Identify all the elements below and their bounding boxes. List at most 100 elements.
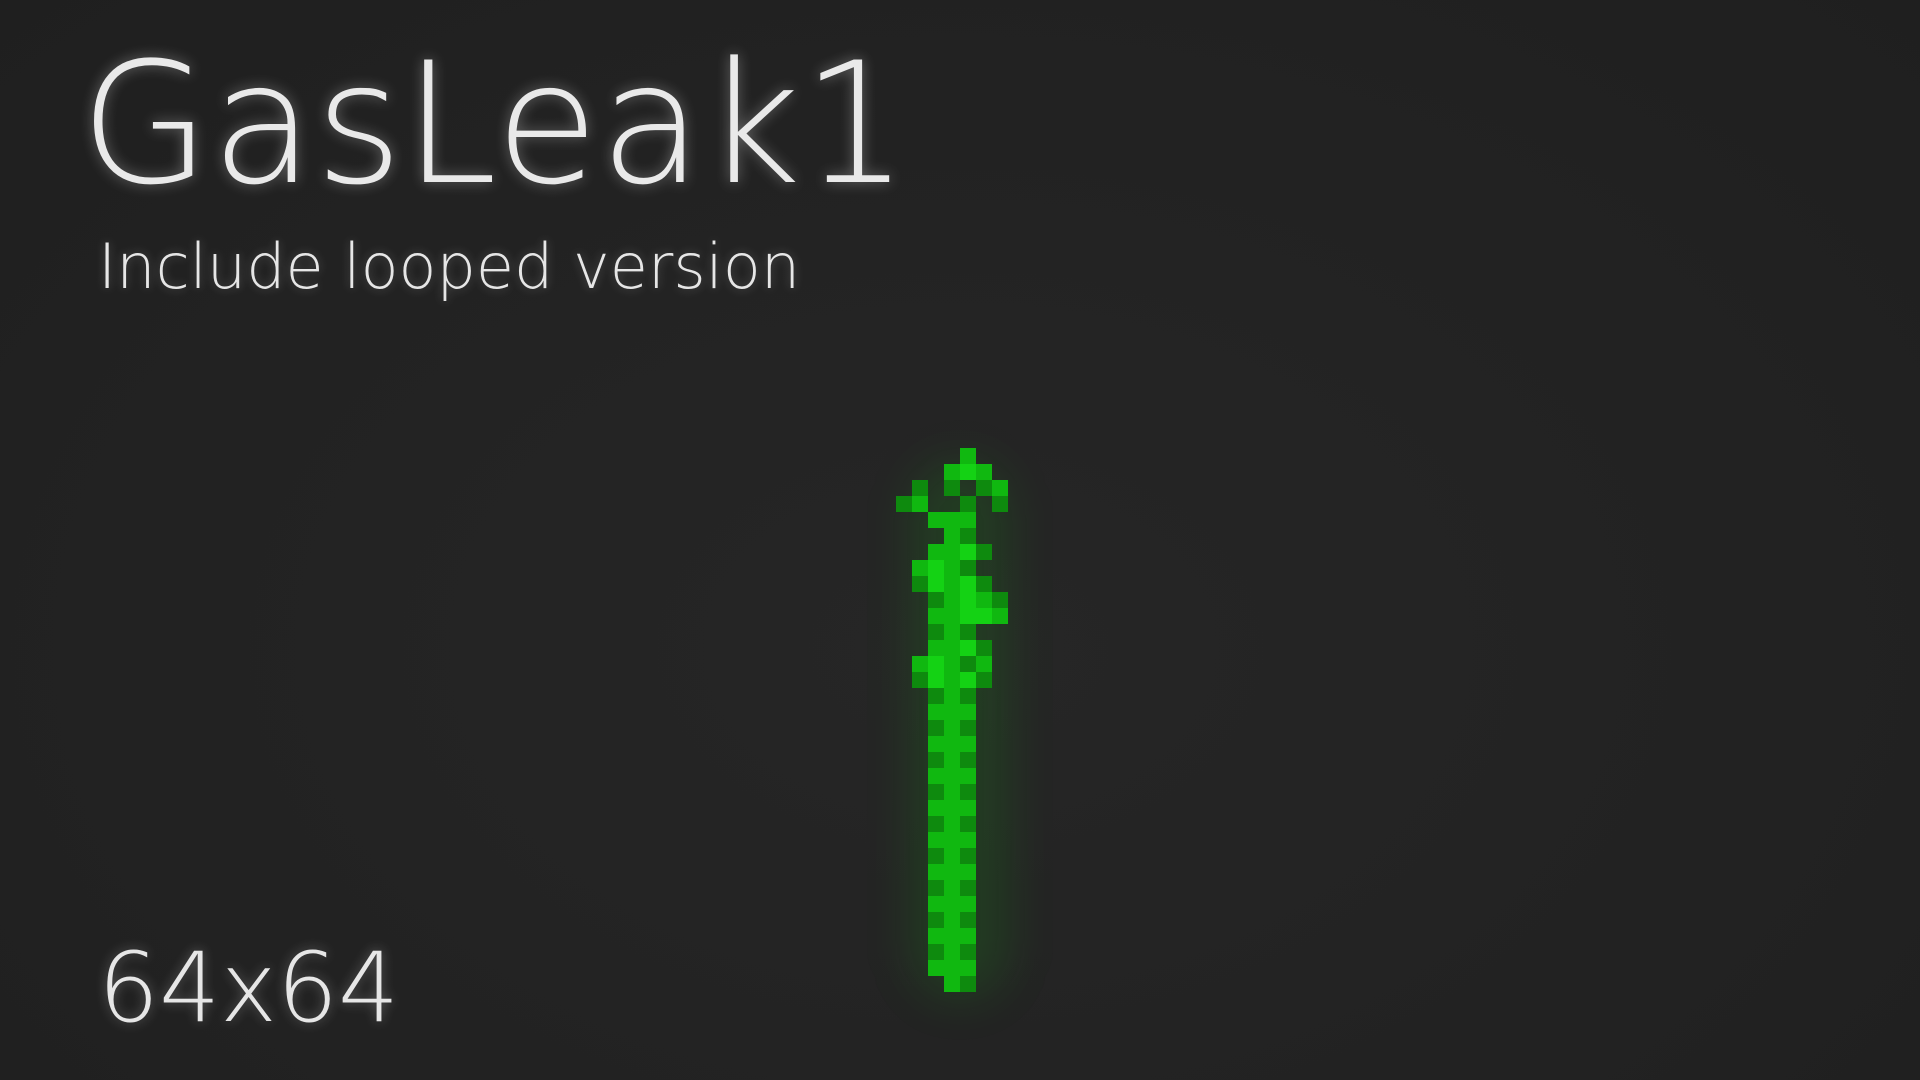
gas-pixel bbox=[944, 752, 960, 768]
gas-pixel bbox=[944, 464, 960, 480]
gas-pixel bbox=[960, 960, 976, 976]
gas-pixel bbox=[992, 608, 1008, 624]
gas-pixel bbox=[944, 944, 960, 960]
gas-pixel bbox=[944, 816, 960, 832]
gas-pixel bbox=[928, 560, 944, 576]
gas-pixel bbox=[976, 656, 992, 672]
gas-pixel bbox=[976, 608, 992, 624]
gas-pixel bbox=[928, 576, 944, 592]
gas-pixel bbox=[944, 656, 960, 672]
gas-pixel bbox=[944, 704, 960, 720]
gas-pixel bbox=[960, 832, 976, 848]
gas-pixel bbox=[944, 544, 960, 560]
page-title: GasLeak1 bbox=[80, 26, 910, 222]
gas-pixel bbox=[928, 736, 944, 752]
gas-pixel bbox=[928, 752, 944, 768]
gas-pixel bbox=[928, 640, 944, 656]
gas-pixel bbox=[960, 464, 976, 480]
gas-pixel bbox=[960, 608, 976, 624]
gas-pixel bbox=[944, 624, 960, 640]
gas-pixel bbox=[944, 512, 960, 528]
gas-pixel bbox=[928, 688, 944, 704]
gas-pixel bbox=[944, 928, 960, 944]
gas-pixel bbox=[960, 592, 976, 608]
gas-pixel bbox=[960, 560, 976, 576]
gas-leak-sprite bbox=[880, 440, 1040, 1020]
gas-pixel bbox=[944, 768, 960, 784]
gas-pixel bbox=[944, 608, 960, 624]
gas-pixel bbox=[896, 496, 912, 512]
gas-pixel bbox=[960, 800, 976, 816]
gas-pixel bbox=[928, 880, 944, 896]
gas-pixel bbox=[960, 784, 976, 800]
gas-pixel bbox=[992, 592, 1008, 608]
gas-pixel bbox=[944, 832, 960, 848]
gas-pixel bbox=[944, 672, 960, 688]
gas-pixel bbox=[960, 736, 976, 752]
gas-pixel bbox=[960, 912, 976, 928]
gas-pixel bbox=[928, 912, 944, 928]
gas-pixel bbox=[944, 896, 960, 912]
gas-pixel bbox=[944, 848, 960, 864]
gas-pixel bbox=[960, 496, 976, 512]
gas-pixel bbox=[960, 976, 976, 992]
gas-pixel bbox=[928, 928, 944, 944]
sprite-size-label: 64x64 bbox=[98, 932, 400, 1044]
gas-pixel bbox=[960, 880, 976, 896]
gas-pixel bbox=[928, 656, 944, 672]
gas-pixel bbox=[944, 912, 960, 928]
page-subtitle: Include looped version bbox=[98, 230, 801, 303]
gas-pixel bbox=[960, 816, 976, 832]
gas-pixel bbox=[992, 496, 1008, 512]
gas-pixel bbox=[928, 512, 944, 528]
gas-pixel bbox=[944, 800, 960, 816]
gas-pixel bbox=[928, 896, 944, 912]
gas-pixel bbox=[960, 928, 976, 944]
gas-pixel bbox=[928, 720, 944, 736]
gas-pixel bbox=[928, 832, 944, 848]
gas-pixel bbox=[960, 624, 976, 640]
gas-pixel bbox=[976, 640, 992, 656]
gas-pixel bbox=[944, 880, 960, 896]
gas-pixel bbox=[960, 656, 976, 672]
gas-pixel bbox=[944, 592, 960, 608]
gas-pixel bbox=[912, 560, 928, 576]
gas-pixel bbox=[976, 672, 992, 688]
gas-pixel bbox=[944, 960, 960, 976]
gas-pixel bbox=[928, 592, 944, 608]
gas-pixel bbox=[944, 864, 960, 880]
gas-pixel bbox=[960, 544, 976, 560]
gas-pixel bbox=[928, 608, 944, 624]
gas-pixel bbox=[928, 848, 944, 864]
gas-pixel bbox=[944, 528, 960, 544]
gas-pixel bbox=[960, 448, 976, 464]
gas-pixel bbox=[928, 704, 944, 720]
gas-pixel bbox=[960, 576, 976, 592]
gas-pixel bbox=[944, 784, 960, 800]
gas-pixel bbox=[944, 576, 960, 592]
gas-pixel bbox=[944, 560, 960, 576]
gas-pixel bbox=[960, 944, 976, 960]
gas-pixel bbox=[976, 480, 992, 496]
gas-pixel bbox=[960, 848, 976, 864]
gas-pixel bbox=[992, 480, 1008, 496]
gas-pixel bbox=[960, 704, 976, 720]
gas-pixel bbox=[912, 672, 928, 688]
gas-pixel bbox=[912, 480, 928, 496]
gas-pixel bbox=[928, 544, 944, 560]
gas-pixel bbox=[944, 976, 960, 992]
gas-pixel bbox=[944, 688, 960, 704]
gas-pixel bbox=[912, 576, 928, 592]
gas-pixel bbox=[928, 768, 944, 784]
gas-pixel bbox=[944, 736, 960, 752]
gas-pixel bbox=[960, 752, 976, 768]
gas-pixel bbox=[960, 512, 976, 528]
gas-pixel bbox=[928, 672, 944, 688]
gas-pixel bbox=[928, 960, 944, 976]
gas-pixel bbox=[912, 496, 928, 512]
gas-pixel bbox=[960, 528, 976, 544]
gas-pixel bbox=[928, 816, 944, 832]
gas-pixel bbox=[976, 544, 992, 560]
gas-pixel bbox=[912, 656, 928, 672]
green-gas-plume-icon bbox=[896, 448, 1008, 992]
